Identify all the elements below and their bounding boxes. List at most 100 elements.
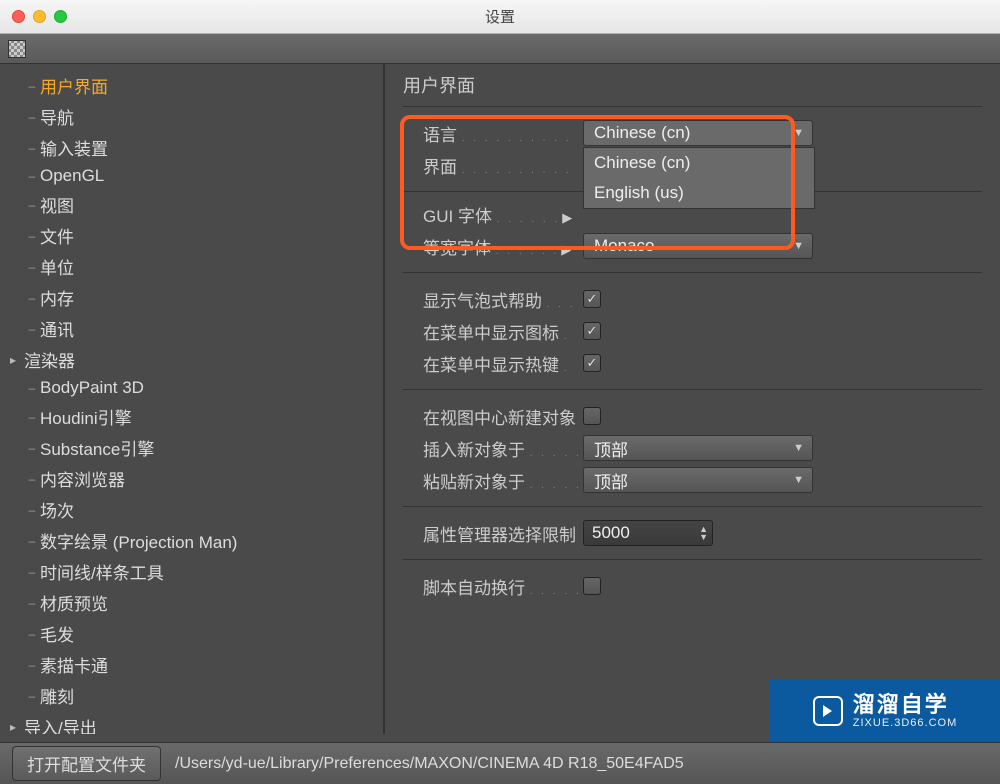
dropdown-paste-at[interactable]: 顶部 ▼ bbox=[583, 467, 813, 493]
sidebar-item[interactable]: ▸导入/导出 bbox=[0, 711, 383, 734]
spinner-icon[interactable]: ▲▼ bbox=[699, 525, 708, 541]
window-title: 设置 bbox=[0, 6, 1000, 27]
group-script: 脚本自动换行 . . . . . bbox=[403, 559, 982, 612]
row-paste-at: 粘贴新对象于 . . . . . 顶部 ▼ bbox=[423, 466, 982, 494]
tree-dash: – bbox=[24, 410, 40, 424]
tree-dash: – bbox=[24, 198, 40, 212]
group-language: 语言 . . . . . . . . . . Chinese (cn) ▼ Ch… bbox=[403, 106, 982, 191]
sidebar-item[interactable]: –导航 bbox=[0, 101, 383, 132]
label-script-wrap: 脚本自动换行 . . . . . bbox=[423, 574, 583, 599]
sidebar-item[interactable]: –通讯 bbox=[0, 313, 383, 344]
tree-dash: – bbox=[24, 322, 40, 336]
dropdown-insert-at[interactable]: 顶部 ▼ bbox=[583, 435, 813, 461]
sidebar-item[interactable]: ▸渲染器 bbox=[0, 344, 383, 375]
label-menu-icons: 在菜单中显示图标 . bbox=[423, 319, 583, 344]
group-display: 显示气泡式帮助 . . . ✓ 在菜单中显示图标 . ✓ 在菜单中显示热键 . … bbox=[403, 272, 982, 389]
checkbox-script-wrap[interactable] bbox=[583, 577, 601, 595]
submenu-icon[interactable]: ▶ bbox=[561, 242, 571, 257]
sidebar-item-label: BodyPaint 3D bbox=[40, 378, 144, 398]
checkbox-menu-icons[interactable]: ✓ bbox=[583, 322, 601, 340]
tree-dash: – bbox=[24, 565, 40, 579]
tree-dash: – bbox=[24, 229, 40, 243]
tree-dash: – bbox=[24, 110, 40, 124]
tree-dash: – bbox=[24, 260, 40, 274]
dropdown-mono-font[interactable]: Monaco ▼ bbox=[583, 233, 813, 259]
sidebar-item-label: 数字绘景 (Projection Man) bbox=[40, 528, 237, 553]
row-script-wrap: 脚本自动换行 . . . . . bbox=[423, 572, 982, 600]
toolbar bbox=[0, 34, 1000, 64]
sidebar-item[interactable]: –Substance引擎 bbox=[0, 432, 383, 463]
sidebar-item-label: 雕刻 bbox=[40, 683, 74, 708]
sidebar-item[interactable]: –用户界面 bbox=[0, 70, 383, 101]
row-bubble-help: 显示气泡式帮助 . . . ✓ bbox=[423, 285, 982, 313]
sidebar-item[interactable]: –单位 bbox=[0, 251, 383, 282]
dropdown-language[interactable]: Chinese (cn) ▼ Chinese (cn) English (us) bbox=[583, 120, 813, 146]
prefs-path: /Users/yd-ue/Library/Preferences/MAXON/C… bbox=[175, 755, 684, 773]
sidebar-item-label: Houdini引擎 bbox=[40, 404, 132, 429]
sidebar-item[interactable]: –雕刻 bbox=[0, 680, 383, 711]
sidebar-item[interactable]: –内存 bbox=[0, 282, 383, 313]
sidebar-item-label: 输入装置 bbox=[40, 135, 108, 160]
label-insert-at: 插入新对象于 . . . . . bbox=[423, 436, 583, 461]
chevron-down-icon: ▼ bbox=[793, 127, 804, 139]
sidebar-item[interactable]: –时间线/样条工具 bbox=[0, 556, 383, 587]
label-create-center: 在视图中心新建对象 bbox=[423, 404, 583, 429]
sidebar-item-label: 视图 bbox=[40, 192, 74, 217]
sidebar-item-label: 场次 bbox=[40, 497, 74, 522]
sidebar-item[interactable]: –场次 bbox=[0, 494, 383, 525]
chevron-down-icon: ▼ bbox=[793, 442, 804, 454]
tree-dash: – bbox=[24, 658, 40, 672]
checkbox-bubble-help[interactable]: ✓ bbox=[583, 290, 601, 308]
label-interface: 界面 . . . . . . . . . . bbox=[423, 153, 583, 178]
sidebar-item-label: 内容浏览器 bbox=[40, 466, 125, 491]
input-attr-limit-value: 5000 bbox=[592, 523, 630, 543]
sidebar-item[interactable]: –BodyPaint 3D bbox=[0, 375, 383, 401]
checkbox-menu-hotkeys[interactable]: ✓ bbox=[583, 354, 601, 372]
label-mono-font: 等宽字体 . . . . . .▶ bbox=[423, 234, 583, 259]
sidebar-item[interactable]: –文件 bbox=[0, 220, 383, 251]
row-insert-at: 插入新对象于 . . . . . 顶部 ▼ bbox=[423, 434, 982, 462]
tree-dash: – bbox=[24, 503, 40, 517]
checker-icon[interactable] bbox=[8, 40, 26, 58]
label-gui-font: GUI 字体 . . . . . .▶ bbox=[423, 202, 583, 227]
sidebar: –用户界面–导航–输入装置–OpenGL–视图–文件–单位–内存–通讯▸渲染器–… bbox=[0, 64, 385, 734]
row-menu-hotkeys: 在菜单中显示热键 . ✓ bbox=[423, 349, 982, 377]
sidebar-item[interactable]: –材质预览 bbox=[0, 587, 383, 618]
row-language: 语言 . . . . . . . . . . Chinese (cn) ▼ Ch… bbox=[423, 119, 982, 147]
sidebar-item[interactable]: –数字绘景 (Projection Man) bbox=[0, 525, 383, 556]
tree-dash: – bbox=[24, 689, 40, 703]
tree-dash: – bbox=[24, 472, 40, 486]
dropdown-insert-at-value: 顶部 bbox=[594, 436, 628, 461]
sidebar-item-label: 毛发 bbox=[40, 621, 74, 646]
dropdown-option[interactable]: English (us) bbox=[584, 178, 814, 208]
sidebar-item[interactable]: –毛发 bbox=[0, 618, 383, 649]
sidebar-item-label: 用户界面 bbox=[40, 73, 108, 98]
expand-icon[interactable]: ▸ bbox=[10, 720, 24, 734]
sidebar-item-label: 导航 bbox=[40, 104, 74, 129]
open-prefs-folder-button[interactable]: 打开配置文件夹 bbox=[12, 746, 161, 781]
dropdown-mono-font-value: Monaco bbox=[594, 236, 654, 256]
sidebar-item-label: 导入/导出 bbox=[24, 714, 97, 734]
sidebar-item[interactable]: –视图 bbox=[0, 189, 383, 220]
row-attr-limit: 属性管理器选择限制 5000 ▲▼ bbox=[423, 519, 982, 547]
sidebar-item[interactable]: –OpenGL bbox=[0, 163, 383, 189]
sidebar-item[interactable]: –输入装置 bbox=[0, 132, 383, 163]
row-mono-font: 等宽字体 . . . . . .▶ Monaco ▼ bbox=[423, 232, 982, 260]
sidebar-item-label: 素描卡通 bbox=[40, 652, 108, 677]
sidebar-item[interactable]: –Houdini引擎 bbox=[0, 401, 383, 432]
content-panel: 用户界面 语言 . . . . . . . . . . Chinese (cn)… bbox=[385, 64, 1000, 734]
input-attr-limit[interactable]: 5000 ▲▼ bbox=[583, 520, 713, 546]
row-create-center: 在视图中心新建对象 bbox=[423, 402, 982, 430]
tree-dash: – bbox=[24, 596, 40, 610]
sidebar-item[interactable]: –素描卡通 bbox=[0, 649, 383, 680]
play-icon bbox=[813, 696, 843, 726]
watermark-sub: ZIXUE.3D66.COM bbox=[853, 717, 957, 729]
expand-icon[interactable]: ▸ bbox=[10, 353, 24, 367]
tree-dash: – bbox=[24, 169, 40, 183]
tree-dash: – bbox=[24, 141, 40, 155]
dropdown-option[interactable]: Chinese (cn) bbox=[584, 148, 814, 178]
label-attr-limit: 属性管理器选择限制 bbox=[423, 521, 583, 546]
sidebar-item[interactable]: –内容浏览器 bbox=[0, 463, 383, 494]
submenu-icon[interactable]: ▶ bbox=[562, 210, 572, 225]
checkbox-create-center[interactable] bbox=[583, 407, 601, 425]
